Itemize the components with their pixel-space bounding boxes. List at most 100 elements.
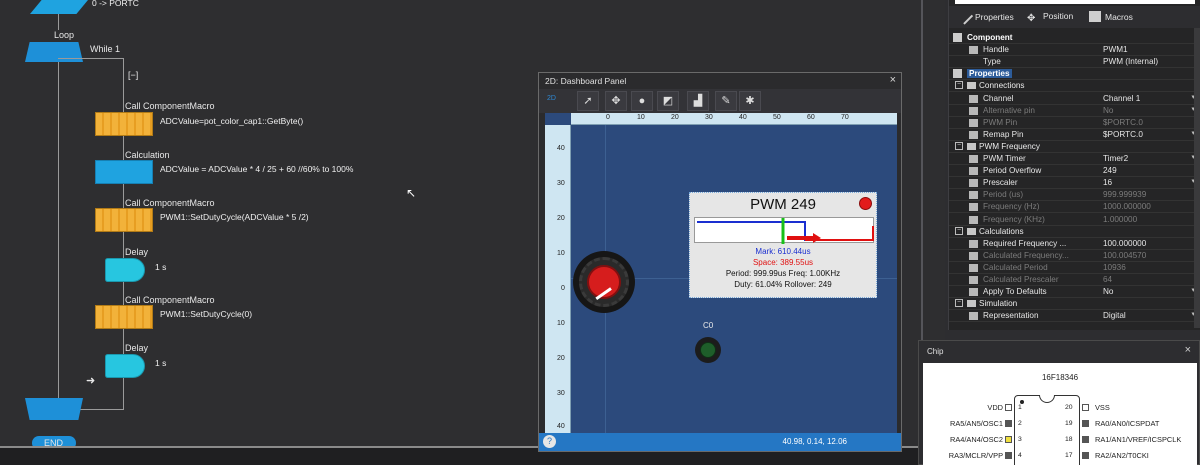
property-value[interactable]: PWM1 — [1103, 45, 1128, 54]
property-row[interactable]: Required Frequency ... 100.000000 — [949, 238, 1200, 250]
property-row[interactable]: − Simulation — [949, 298, 1200, 311]
property-row[interactable]: Apply To DefaultsNo▾ — [949, 286, 1200, 299]
property-value[interactable]: No — [1103, 106, 1113, 115]
loop-top-line — [58, 58, 124, 59]
chip-pin[interactable] — [1005, 436, 1012, 443]
chip-pin[interactable] — [1082, 452, 1089, 459]
property-value[interactable]: Digital — [1103, 311, 1126, 320]
property-row[interactable]: − Connections — [949, 80, 1200, 93]
property-value[interactable]: Channel 1 — [1103, 94, 1140, 103]
property-value[interactable]: $PORTC.0 — [1103, 118, 1143, 127]
chip-pin[interactable] — [1082, 436, 1089, 443]
component-macro-block[interactable] — [95, 305, 153, 329]
property-row[interactable]: PWM Pin $PORTC.0 — [949, 117, 1200, 129]
pwm-widget[interactable]: PWM 249 Mark: 610.44us Space: 389.55us P… — [689, 192, 877, 298]
output-block-text: 0 -> PORTC — [92, 0, 139, 8]
property-value[interactable]: 64 — [1103, 275, 1112, 284]
property-row[interactable]: Calculated Prescaler 64 — [949, 274, 1200, 286]
potentiometer-knob[interactable] — [573, 251, 635, 313]
property-key: Prescaler — [983, 178, 1018, 188]
property-row[interactable]: Calculated Period 10936 — [949, 262, 1200, 274]
property-value[interactable]: 1000.000000 — [1103, 202, 1151, 211]
property-row[interactable]: Alternative pinNo▾ — [949, 105, 1200, 117]
tab-position[interactable]: ✥ Position — [1027, 11, 1073, 24]
property-row[interactable]: ChannelChannel 1▾ — [949, 93, 1200, 105]
zoom-fit-icon[interactable]: ◩ — [657, 91, 679, 111]
property-value[interactable]: 100.000000 — [1103, 239, 1146, 248]
property-value[interactable]: 1.000000 — [1103, 215, 1137, 224]
dashboard-title: 2D: Dashboard Panel — [545, 76, 627, 86]
close-icon[interactable]: × — [1185, 344, 1191, 356]
property-value[interactable]: 100.004570 — [1103, 251, 1146, 260]
chip-pin[interactable] — [1005, 420, 1012, 427]
loop-collapse-toggle[interactable]: [−] — [128, 70, 138, 80]
property-row[interactable]: Period (us) 999.999939 — [949, 189, 1200, 202]
property-value[interactable]: 999.999939 — [1103, 190, 1146, 199]
property-row[interactable]: Frequency (KHz) 1.000000 — [949, 214, 1200, 226]
help-icon[interactable]: ? — [543, 435, 556, 448]
property-row[interactable]: − PWM Frequency — [949, 141, 1200, 153]
property-key: Representation — [983, 311, 1039, 321]
property-row[interactable]: Calculated Frequency... 100.004570 — [949, 250, 1200, 262]
dashboard-canvas[interactable]: 0 10 20 30 40 50 60 70 40 30 20 10 0 10 … — [545, 113, 897, 435]
chip-pin-label: RA1/AN1/VREF/ICSPCLK — [1095, 435, 1182, 444]
close-icon[interactable]: × — [890, 74, 896, 86]
move-icon[interactable]: ✥ — [605, 91, 627, 111]
chip-pin-label: VSS — [1095, 403, 1110, 412]
wrench-icon[interactable]: ✎ — [715, 91, 737, 111]
loop-end-block[interactable] — [25, 398, 83, 420]
chip-pin[interactable] — [1005, 452, 1012, 459]
property-value[interactable]: No — [1103, 287, 1113, 296]
chip-pin[interactable] — [1082, 404, 1089, 411]
collapse-toggle[interactable]: − — [955, 141, 963, 150]
property-row[interactable]: Remap Pin$PORTC.0▾ — [949, 129, 1200, 141]
property-key: Component — [967, 33, 1013, 42]
property-row[interactable]: − Calculations — [949, 226, 1200, 238]
property-value[interactable]: Timer2 — [1103, 154, 1128, 163]
property-value[interactable]: 16 — [1103, 178, 1112, 187]
property-row[interactable]: RepresentationDigital▾ — [949, 310, 1200, 323]
calculation-block[interactable] — [95, 160, 153, 184]
property-key: Handle — [983, 45, 1009, 55]
property-row[interactable]: Properties — [949, 68, 1200, 81]
chip-pin[interactable] — [1082, 420, 1089, 427]
folder-icon — [967, 227, 976, 235]
output-block[interactable] — [30, 0, 88, 14]
delay-block[interactable] — [105, 258, 145, 282]
property-value[interactable]: 10936 — [1103, 263, 1126, 272]
tools-icon[interactable]: ✱ — [739, 91, 761, 111]
property-value[interactable]: PWM (Internal) — [1103, 57, 1158, 66]
mode-label[interactable]: 2D — [547, 95, 556, 102]
property-row[interactable]: Period Overflow 249 — [949, 165, 1200, 178]
property-row[interactable]: Prescaler16▾ — [949, 177, 1200, 190]
collapse-toggle[interactable]: − — [955, 299, 963, 308]
chip-pin[interactable] — [1005, 404, 1012, 411]
camera-icon[interactable]: ▟ — [687, 91, 709, 111]
property-row[interactable]: Frequency (Hz) 1000.000000 — [949, 201, 1200, 214]
property-value[interactable]: 249 — [1103, 166, 1117, 175]
tab-macros[interactable]: Macros — [1089, 11, 1133, 22]
component-macro-block[interactable] — [95, 112, 153, 136]
block-label: Delay — [125, 247, 149, 257]
property-row[interactable]: PWM TimerTimer2▾ — [949, 153, 1200, 165]
property-row[interactable]: Handle PWM1 — [949, 44, 1200, 57]
tab-properties[interactable]: Properties — [956, 8, 1014, 25]
z-icon — [969, 263, 978, 272]
dashboard-toolbar: 2D ➚ ✥ ● ◩ ▟ ✎ ✱ — [539, 89, 901, 113]
component-macro-block[interactable] — [95, 208, 153, 232]
collapse-toggle[interactable]: − — [955, 81, 963, 90]
collapse-toggle[interactable]: − — [955, 226, 963, 235]
chip-pin-label: RA2/AN2/T0CKI — [1095, 451, 1149, 460]
property-row[interactable]: Component — [949, 32, 1200, 44]
property-value[interactable]: $PORTC.0 — [1103, 130, 1143, 139]
ruler-tick-label: 20 — [557, 215, 565, 222]
mouse-cursor-icon: ↖ — [406, 186, 417, 200]
properties-scrollbar[interactable] — [1194, 28, 1200, 328]
led-c0[interactable] — [695, 337, 721, 363]
pwm-title: PWM 249 — [750, 196, 816, 213]
property-row[interactable]: Type PWM (Internal) — [949, 56, 1200, 69]
loop-start-block[interactable] — [25, 42, 83, 62]
pointer-icon[interactable]: ➚ — [577, 91, 599, 111]
delay-block[interactable] — [105, 354, 145, 378]
sphere-icon[interactable]: ● — [631, 91, 653, 111]
